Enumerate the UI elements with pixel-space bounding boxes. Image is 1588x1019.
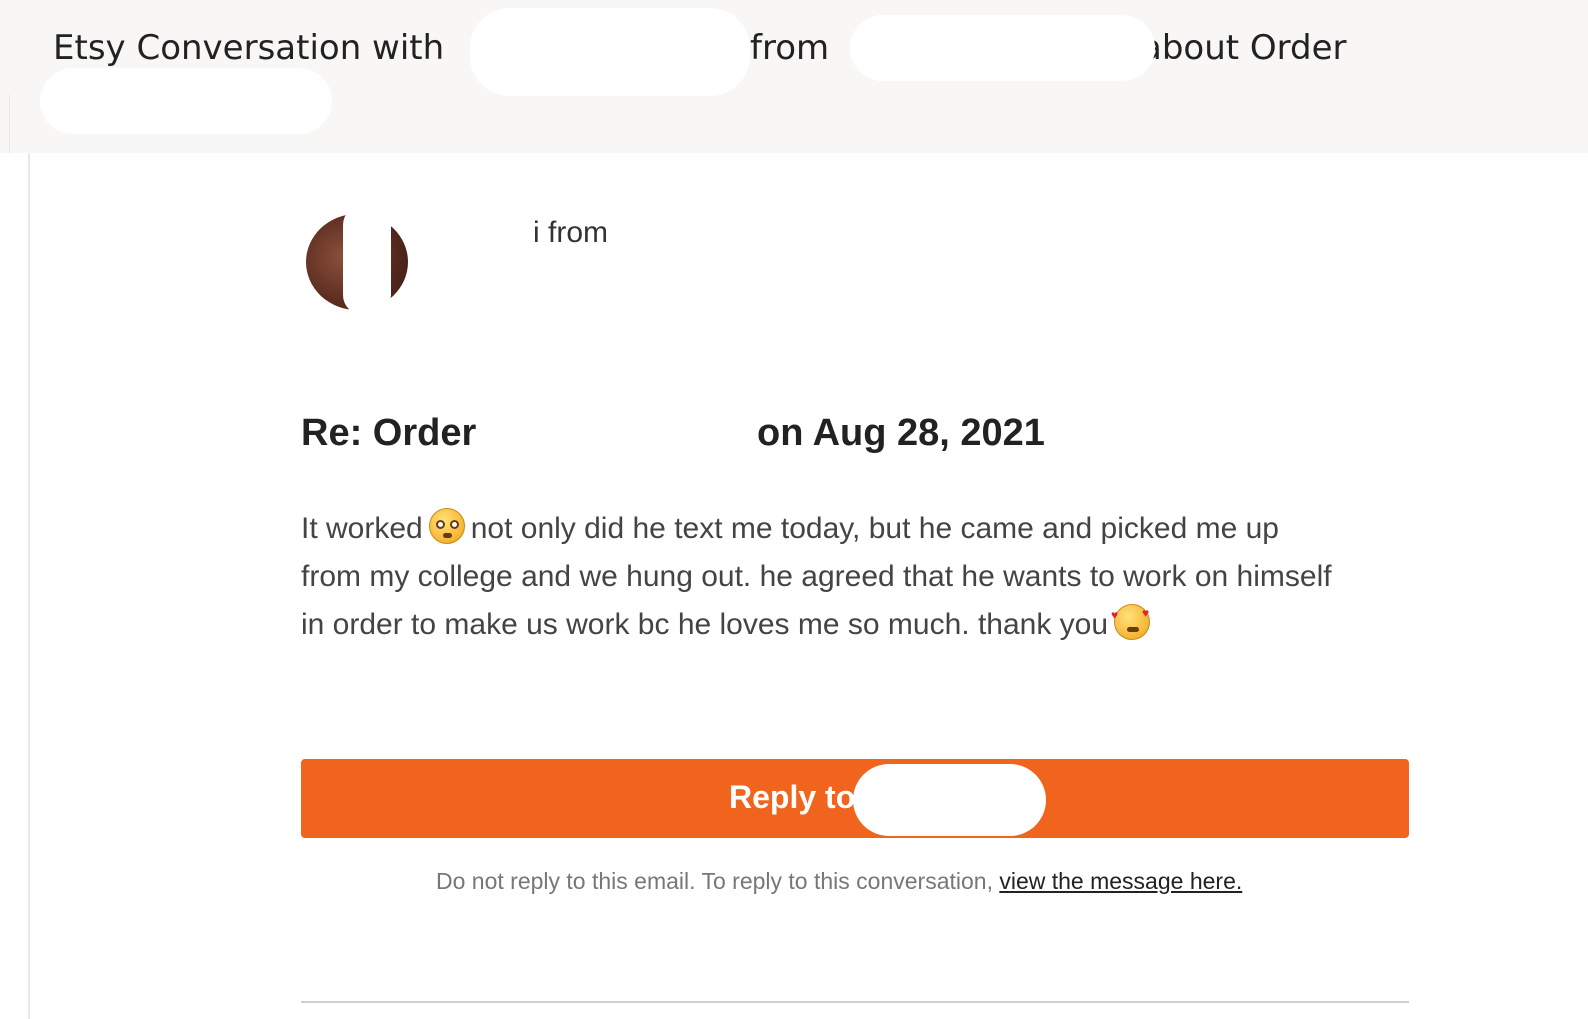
divider — [301, 1001, 1409, 1003]
message-title-date: on Aug 28, 2021 — [757, 412, 1045, 454]
message-line-1: It worked not only did he text me today, … — [301, 505, 1421, 553]
footer-note-text: Do not reply to this email. To reply to … — [436, 868, 993, 894]
message-body: It worked not only did he text me today, … — [301, 505, 1421, 649]
subject-part-1: Etsy Conversation with — [53, 28, 445, 68]
subject-part-3: about Order — [1141, 28, 1347, 68]
redaction-mark — [40, 68, 332, 134]
email-subject-header: Etsy Conversation with from about Order — [0, 0, 1588, 153]
message-line-2: from my college and we hung out. he agre… — [301, 560, 1332, 593]
smiling-face-with-hearts-icon: ♥ ♥ — [1111, 604, 1151, 640]
message-text: It worked — [301, 512, 423, 545]
message-title-prefix: Re: Order — [301, 412, 477, 454]
header-left-edge — [0, 95, 10, 153]
subject-part-2: from — [750, 28, 830, 68]
flushed-face-icon — [428, 508, 465, 544]
message-text: not only did he text me today, but he ca… — [470, 512, 1279, 545]
redaction-mark — [850, 15, 1155, 81]
redaction-mark — [470, 8, 750, 96]
redaction-mark — [343, 205, 391, 315]
message-text: in order to make us work bc he loves me … — [301, 608, 1109, 641]
redaction-mark — [853, 764, 1046, 836]
message-line-3: in order to make us work bc he loves me … — [301, 601, 1421, 649]
sender-name-line: i from — [533, 216, 608, 249]
content-left-border — [28, 153, 30, 1019]
footer-note: Do not reply to this email. To reply to … — [436, 868, 1242, 895]
view-message-link[interactable]: view the message here. — [999, 868, 1242, 894]
reply-button-label: Reply to — [729, 779, 856, 815]
